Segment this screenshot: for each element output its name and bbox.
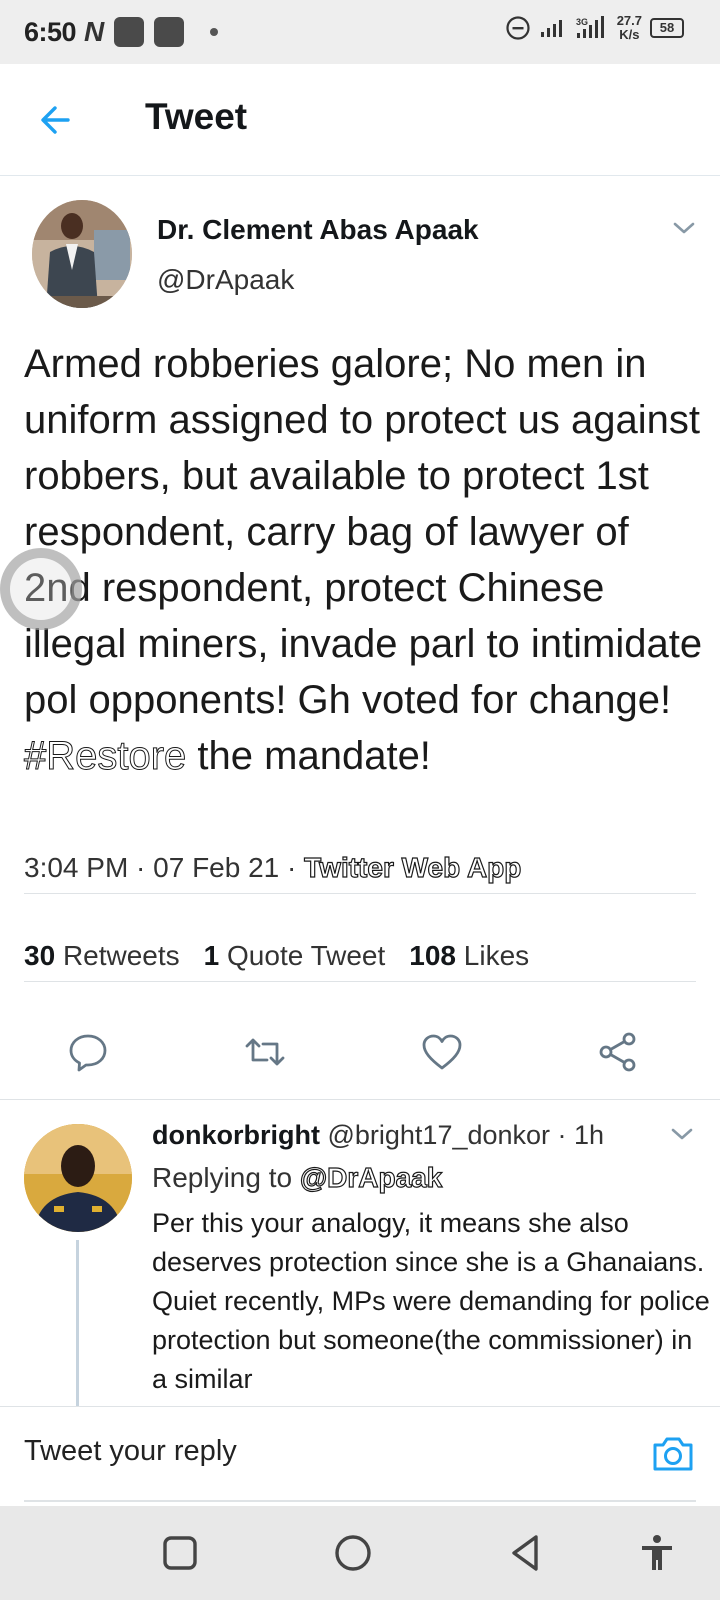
divider [24, 981, 696, 982]
chevron-down-icon[interactable] [672, 220, 696, 236]
recents-icon[interactable] [159, 1532, 201, 1574]
svg-text:3G: 3G [576, 17, 588, 27]
tweet-time: 3:04 PM · 07 Feb 21 · [24, 852, 305, 883]
back-icon[interactable] [504, 1532, 546, 1574]
comment-icon[interactable] [66, 1030, 110, 1074]
home-icon[interactable] [332, 1532, 374, 1574]
heart-icon[interactable] [420, 1030, 464, 1074]
touch-indicator [0, 548, 82, 630]
status-time: 6:50 [24, 16, 77, 47]
arrow-left-icon[interactable] [36, 100, 76, 140]
tweet-body-end: the mandate! [186, 734, 431, 778]
speed-unit: K/s [619, 27, 640, 42]
battery-icon: 58 [650, 18, 684, 38]
page-title: Tweet [145, 96, 248, 137]
reply-header: donkorbright @bright17_donkor · 1h [152, 1120, 604, 1151]
retweets-label: Retweets [62, 940, 180, 971]
quotes-label: Quote Tweet [227, 940, 386, 971]
more-notifications-icon [210, 28, 219, 36]
camera-icon[interactable] [650, 1431, 696, 1477]
hashtag-link[interactable]: #Restore [23, 734, 186, 779]
divider [24, 893, 696, 894]
status-indicators: 3G 27.7 K/s 58 [505, 14, 684, 42]
status-bar: 6:50 N 3G 27.7 K/s 58 [0, 0, 720, 64]
signal-3g-icon: 3G [576, 16, 604, 38]
carrier-icon: N [84, 16, 105, 47]
tweet-body: Armed robberies galore; No men in unifor… [24, 342, 703, 722]
thread-line [76, 1240, 79, 1408]
quotes-stat[interactable]: 1 Quote Tweet [204, 940, 386, 972]
divider [24, 1500, 696, 1502]
share-icon[interactable] [596, 1030, 640, 1074]
retweet-icon[interactable] [243, 1030, 287, 1074]
accessibility-icon[interactable] [636, 1532, 678, 1574]
notification-icon [114, 17, 145, 47]
reply-handle-time: @bright17_donkor · 1h [319, 1120, 605, 1150]
retweets-count: 30 [24, 940, 56, 971]
speed-value: 27.7 [616, 13, 642, 28]
network-speed: 27.7 K/s [617, 14, 642, 42]
chevron-down-icon[interactable] [670, 1126, 694, 1142]
signal-icon [540, 20, 562, 37]
replying-prefix: Replying to [152, 1162, 300, 1193]
dnd-icon [506, 16, 530, 40]
reply-composer: Tweet your reply [0, 1406, 720, 1502]
app-header: Tweet [0, 64, 720, 176]
reply-text: Per this your analogy, it means she also… [152, 1208, 710, 1394]
tweet-meta: 3:04 PM · 07 Feb 21 · Twitter Web App [24, 851, 522, 884]
quotes-count: 1 [203, 940, 220, 971]
author-name[interactable]: Dr. Clement Abas Apaak [157, 214, 479, 246]
tweet-actions [0, 1004, 720, 1100]
tweet-text: Armed robberies galore; No men in unifor… [23, 336, 704, 784]
retweets-stat[interactable]: 30 Retweets [24, 940, 180, 972]
likes-label: Likes [463, 940, 530, 971]
notification-icon [154, 17, 185, 47]
tweet-source-link[interactable]: Twitter Web App [304, 851, 522, 883]
likes-stat[interactable]: 108 Likes [409, 940, 529, 972]
tweet-stats: 30 Retweets 1 Quote Tweet 108 Likes [24, 940, 529, 972]
likes-count: 108 [409, 940, 456, 971]
reply-avatar[interactable] [24, 1124, 132, 1232]
system-nav-bar [0, 1506, 720, 1600]
reply-input[interactable]: Tweet your reply [24, 1435, 237, 1468]
author-avatar[interactable] [32, 200, 132, 308]
reply-author-name[interactable]: donkorbright [152, 1120, 320, 1150]
author-handle[interactable]: @DrApaak [157, 264, 294, 296]
replying-to: Replying to @DrApaak [152, 1161, 443, 1194]
mention-link[interactable]: @DrApaak [299, 1161, 443, 1193]
